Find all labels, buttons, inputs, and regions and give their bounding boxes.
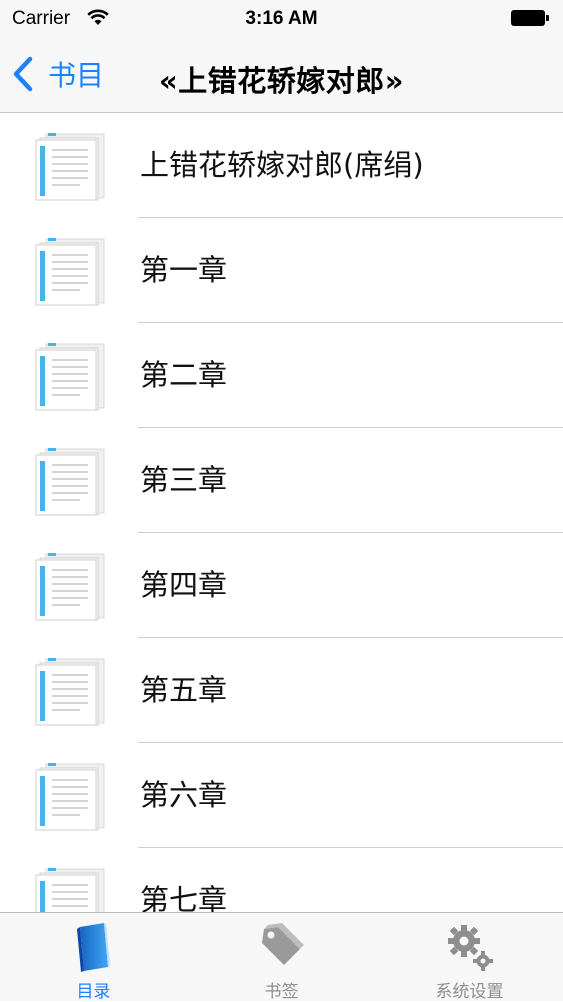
document-icon bbox=[35, 553, 105, 621]
list-item-label: 第三章 bbox=[140, 463, 228, 497]
battery-icon bbox=[511, 10, 549, 26]
list-item-label: 第五章 bbox=[140, 673, 228, 707]
list-item[interactable]: 第六章 bbox=[0, 743, 563, 848]
list-item-label: 上错花轿嫁对郎(席绢) bbox=[140, 148, 424, 182]
list-item[interactable]: 第二章 bbox=[0, 323, 563, 428]
list-item-label: 第七章 bbox=[140, 883, 228, 913]
list-item[interactable]: 第一章 bbox=[0, 218, 563, 323]
status-time: 3:16 AM bbox=[245, 8, 318, 29]
list-item[interactable]: 第七章 bbox=[0, 848, 563, 913]
tab-label: 书签 bbox=[264, 982, 299, 1002]
document-icon bbox=[35, 343, 105, 411]
document-icon bbox=[35, 868, 105, 913]
tab-catalog[interactable]: 目录 bbox=[0, 913, 187, 1002]
list-item-label: 第四章 bbox=[140, 568, 228, 602]
list-item[interactable]: 第三章 bbox=[0, 428, 563, 533]
list-item-label: 第一章 bbox=[140, 253, 228, 287]
status-bar: Carrier 3:16 AM bbox=[0, 0, 563, 38]
list-item[interactable]: 上错花轿嫁对郎(席绢) bbox=[0, 113, 563, 218]
page-title: «上错花轿嫁对郎» bbox=[159, 64, 404, 98]
book-icon bbox=[76, 923, 110, 972]
list-item[interactable]: 第四章 bbox=[0, 533, 563, 638]
chapter-list: 上错花轿嫁对郎(席绢) 第一章 第二章 第三章 第四章 第五章 第六章 第七章 bbox=[0, 113, 563, 913]
tab-label: 系统设置 bbox=[435, 982, 504, 1002]
tag-icon bbox=[261, 923, 304, 965]
document-icon bbox=[35, 238, 105, 306]
list-item-label: 第二章 bbox=[140, 358, 228, 392]
tab-label: 目录 bbox=[76, 982, 111, 1002]
navigation-bar: 书目 «上错花轿嫁对郎» bbox=[0, 38, 563, 113]
list-item-label: 第六章 bbox=[140, 778, 228, 812]
document-icon bbox=[35, 133, 105, 201]
tab-settings[interactable]: 系统设置 bbox=[376, 913, 563, 1002]
document-icon bbox=[35, 448, 105, 516]
list-item[interactable]: 第五章 bbox=[0, 638, 563, 743]
document-icon bbox=[35, 658, 105, 726]
gears-icon bbox=[447, 925, 493, 971]
tab-bar: 目录 书签 系统设置 bbox=[0, 912, 563, 1002]
document-icon bbox=[35, 763, 105, 831]
tab-bookmarks[interactable]: 书签 bbox=[188, 913, 375, 1002]
